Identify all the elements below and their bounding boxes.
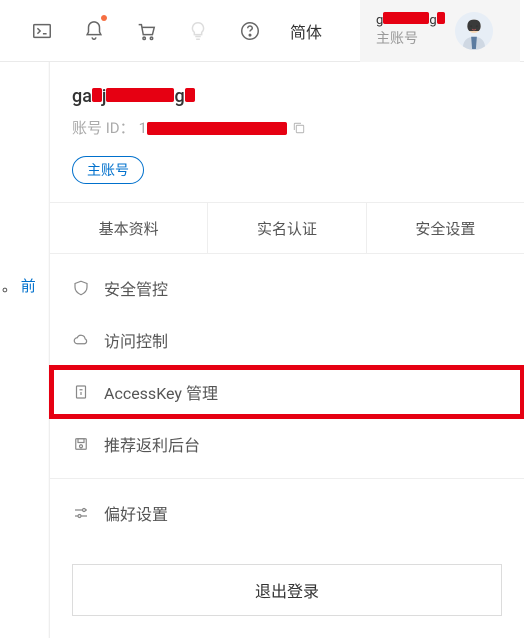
menu-section: 安全管控 访问控制 AccessKey 管理 推荐返利后台 偏好设置	[50, 254, 524, 547]
disk-icon	[72, 435, 90, 453]
cart-icon[interactable]	[120, 0, 172, 62]
profile-id-label: 账号 ID：	[72, 117, 135, 138]
tab-real-name[interactable]: 实名认证	[208, 203, 366, 253]
account-dropdown-panel: gajg 账号 ID： 1 主账号 基本资料 实名认证 安全设置 安全管控 访问…	[49, 62, 524, 638]
menu-item-accesskey[interactable]: AccessKey 管理	[50, 366, 524, 418]
sliders-icon	[72, 504, 90, 522]
account-type: 主账号	[376, 30, 445, 50]
menu-item-label: AccessKey 管理	[104, 380, 218, 404]
help-icon[interactable]	[224, 0, 276, 62]
menu-item-label: 推荐返利后台	[104, 432, 200, 456]
bell-icon[interactable]	[68, 0, 120, 62]
copy-icon[interactable]	[291, 120, 307, 136]
menu-item-label: 安全管控	[104, 276, 168, 300]
divider	[50, 478, 524, 479]
notification-dot	[101, 15, 107, 21]
topbar: 简体 gg 主账号	[0, 0, 524, 62]
lightbulb-icon[interactable]	[172, 0, 224, 62]
menu-item-rebate[interactable]: 推荐返利后台	[50, 418, 524, 470]
topbar-icons	[0, 0, 276, 62]
account-menu-trigger[interactable]: gg 主账号	[360, 0, 520, 62]
menu-item-label: 访问控制	[104, 328, 168, 352]
profile-username: gajg	[72, 86, 502, 107]
account-name: gg	[376, 12, 445, 30]
profile-section: gajg 账号 ID： 1 主账号	[50, 62, 524, 202]
cloud-icon	[72, 331, 90, 349]
tab-security[interactable]: 安全设置	[367, 203, 524, 253]
language-selector[interactable]: 简体	[276, 19, 336, 43]
shield-icon	[72, 279, 90, 297]
menu-item-preferences[interactable]: 偏好设置	[50, 487, 524, 539]
menu-item-label: 偏好设置	[104, 501, 168, 525]
terminal-icon[interactable]	[16, 0, 68, 62]
account-badge: 主账号	[72, 156, 144, 184]
menu-item-access-control[interactable]: 访问控制	[50, 314, 524, 366]
key-icon	[72, 383, 90, 401]
profile-id-row: 账号 ID： 1	[72, 117, 502, 138]
profile-tabs: 基本资料 实名认证 安全设置	[50, 202, 524, 254]
background-text: 。 前	[2, 275, 36, 296]
avatar	[455, 12, 493, 50]
menu-item-security-control[interactable]: 安全管控	[50, 262, 524, 314]
logout-section: 退出登录	[50, 554, 524, 638]
logout-button[interactable]: 退出登录	[72, 564, 502, 616]
profile-id-value: 1	[139, 119, 287, 137]
tab-basic-info[interactable]: 基本资料	[50, 203, 208, 253]
